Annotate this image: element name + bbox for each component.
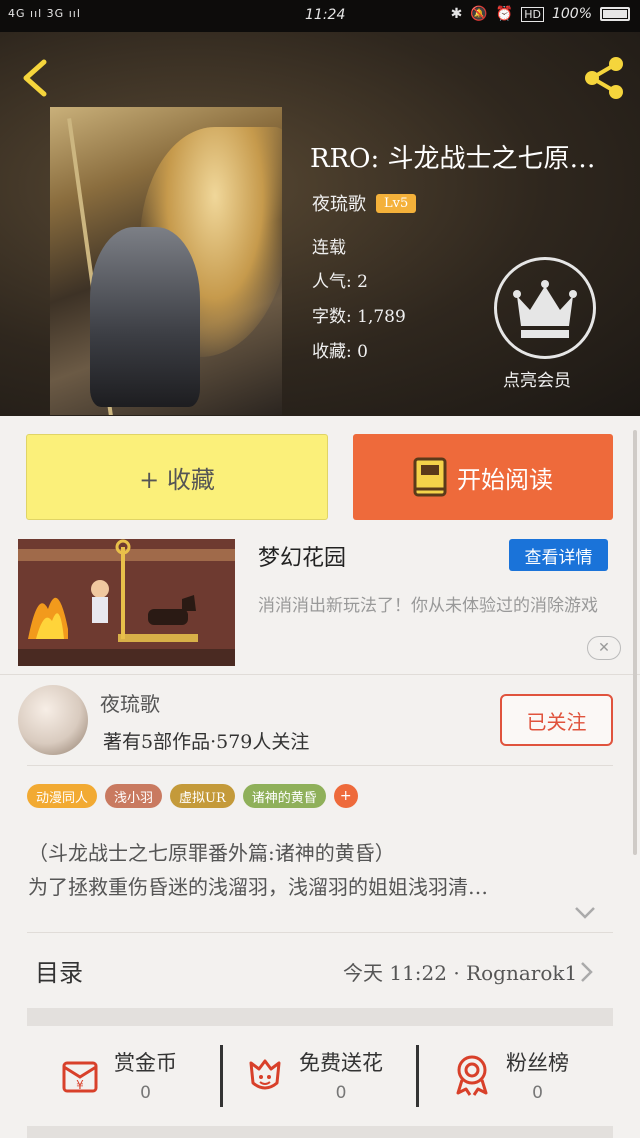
clock: 11:24 [305, 7, 346, 23]
chevron-down-icon[interactable] [574, 906, 596, 920]
book-popularity: 人气: 2 [312, 272, 368, 292]
book-title: RRO: 斗龙战士之七原… [310, 144, 596, 174]
send-flower-text: 免费送花 0 [299, 1047, 383, 1103]
status-bar: 4G ııl 3G ııl 11:24 ✱ 🔕 ⏰ HD 100% [0, 0, 640, 32]
favorite-button[interactable]: + 收藏 [26, 434, 328, 520]
close-icon: ✕ [598, 640, 610, 656]
divider [0, 674, 640, 675]
tag[interactable]: 动漫同人 [27, 784, 98, 808]
fan-ranking-text: 粉丝榜 0 [506, 1047, 569, 1103]
book-favorites: 收藏: 0 [312, 342, 368, 362]
toc-label: 目录 [35, 959, 83, 987]
fan-ranking-count: 0 [532, 1083, 543, 1103]
bluetooth-icon: ✱ [450, 6, 463, 22]
tag-list: 动漫同人 浅小羽 虚拟UR 诸神的黄昏 + [27, 784, 358, 808]
level-badge: Lv5 [376, 193, 417, 213]
share-button[interactable] [580, 54, 628, 102]
author-name[interactable]: 夜琉歌 [100, 688, 160, 717]
add-tag-button[interactable]: + [333, 784, 358, 808]
crown-icon [513, 280, 577, 338]
ad-detail-button[interactable]: 查看详情 [509, 539, 608, 571]
battery-icon [600, 7, 630, 21]
section-separator [27, 1008, 613, 1026]
tag[interactable]: 浅小羽 [105, 784, 163, 808]
latest-chapter: 今天 11:22 · Rognarok1 [343, 961, 578, 985]
synopsis-line: （斗龙战士之七原罪番外篇:诸神的黄昏） [28, 841, 395, 865]
book-cover[interactable] [50, 107, 282, 415]
reward-coins-label: 赏金币 [114, 1051, 177, 1075]
red-envelope-icon: ¥ [62, 1061, 98, 1093]
vip-button[interactable] [494, 257, 596, 359]
chevron-left-icon [23, 59, 47, 97]
tag[interactable]: 虚拟UR [170, 784, 235, 808]
synopsis[interactable]: （斗龙战士之七原罪番外篇:诸神的黄昏） 为了拯救重伤昏迷的浅溜羽，浅溜羽的姐姐浅… [28, 836, 608, 904]
book-author-row: 夜琉歌 Lv5 [312, 190, 417, 216]
book-status: 连载 [312, 238, 346, 258]
favorite-button-label: + 收藏 [139, 465, 215, 494]
svg-text:¥: ¥ [76, 1078, 84, 1092]
ad-image[interactable] [18, 539, 235, 666]
ad-title[interactable]: 梦幻花园 [258, 540, 346, 572]
scrollbar[interactable] [633, 430, 637, 855]
send-flower-button[interactable]: 免费送花 0 [243, 1040, 383, 1110]
reward-coins-text: 赏金币 0 [114, 1047, 177, 1103]
chevron-right-icon [581, 962, 593, 982]
synopsis-line: 为了拯救重伤昏迷的浅溜羽，浅溜羽的姐姐浅羽清… [28, 875, 488, 899]
ad-game-scene [18, 539, 235, 666]
share-icon [585, 57, 623, 99]
reward-coins-count: 0 [140, 1083, 151, 1103]
flower-icon [249, 1059, 281, 1090]
divider [27, 932, 613, 933]
book-word-count: 字数: 1,789 [312, 307, 406, 327]
back-button[interactable] [18, 56, 52, 100]
book-author[interactable]: 夜琉歌 [312, 190, 366, 216]
status-icons: ✱ 🔕 ⏰ HD 100% [451, 6, 630, 22]
reward-coins-button[interactable]: ¥ 赏金币 0 [58, 1040, 177, 1110]
author-stats: 著有5部作品·579人关注 [103, 731, 310, 753]
tag[interactable]: 诸神的黄昏 [242, 784, 326, 808]
fan-ranking-button[interactable]: 粉丝榜 0 [450, 1040, 569, 1110]
ad-description[interactable]: 消消消出新玩法了！你从未体验过的消除游戏 [258, 592, 608, 620]
follow-button[interactable]: 已关注 [500, 694, 613, 746]
divider [416, 1045, 419, 1107]
divider [27, 765, 613, 766]
hd-icon: HD [521, 6, 544, 22]
mute-icon: 🔕 [470, 6, 488, 22]
section-separator [27, 1126, 613, 1138]
vip-label[interactable]: 点亮会员 [503, 366, 571, 391]
ribbon-badge-icon [456, 1055, 488, 1096]
book-icon [413, 457, 447, 497]
network-indicator: 4G ııl 3G ııl [8, 7, 81, 20]
cover-art-knight [90, 227, 200, 407]
divider [220, 1045, 223, 1107]
plus-icon: + [339, 788, 352, 804]
start-reading-button[interactable]: 开始阅读 [353, 434, 613, 520]
ad-close-button[interactable]: ✕ [587, 636, 621, 660]
start-reading-label: 开始阅读 [457, 465, 553, 494]
send-flower-label: 免费送花 [299, 1051, 383, 1075]
send-flower-count: 0 [335, 1083, 347, 1103]
alarm-icon: ⏰ [495, 6, 514, 22]
fan-ranking-label: 粉丝榜 [506, 1051, 569, 1075]
battery-percent: 100% [551, 6, 592, 22]
author-avatar[interactable] [18, 685, 88, 755]
